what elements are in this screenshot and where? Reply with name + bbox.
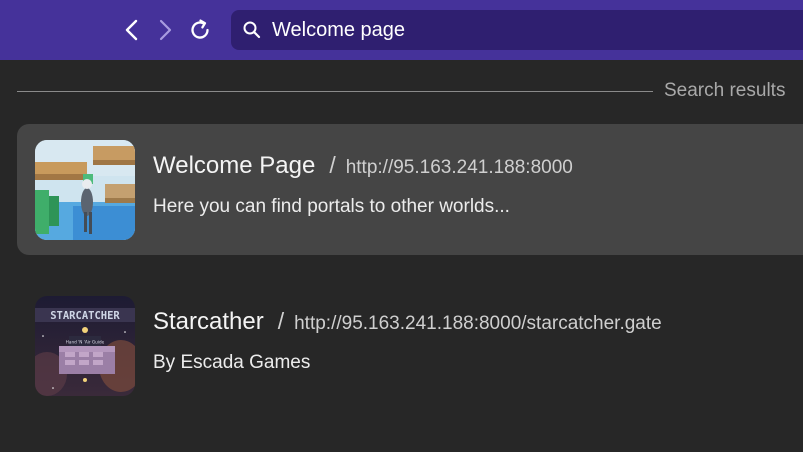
result-description: Here you can find portals to other world…: [153, 196, 510, 217]
title-url-separator: /: [277, 308, 285, 334]
address-bar[interactable]: [231, 10, 803, 50]
chevron-right-icon: [159, 19, 172, 41]
search-input[interactable]: [272, 18, 772, 42]
starcatcher-panel-text: Hand 'N 'Air Guide: [66, 340, 105, 345]
result-title[interactable]: Welcome Page: [153, 152, 315, 180]
result-title-line: Welcome Page / http://95.163.241.188:800…: [153, 152, 573, 180]
starcatcher-thumbnail: STARCATCHER Hand 'N 'Air Guide: [35, 296, 135, 396]
search-icon: [242, 20, 262, 40]
result-title[interactable]: Starcather: [153, 308, 264, 336]
search-result-welcome-page[interactable]: Welcome Page / http://95.163.241.188:800…: [17, 124, 803, 255]
back-button[interactable]: [118, 16, 146, 44]
section-divider: [17, 91, 653, 92]
search-result-starcather[interactable]: STARCATCHER Hand 'N 'Air Guide Starcathe…: [17, 280, 803, 411]
browser-toolbar: [0, 0, 803, 60]
starcatcher-logo-text: STARCATCHER: [50, 310, 120, 322]
result-description: By Escada Games: [153, 352, 311, 373]
result-url[interactable]: http://95.163.241.188:8000/starcatcher.g…: [294, 313, 662, 335]
title-url-separator: /: [329, 152, 336, 178]
reload-button[interactable]: [186, 16, 214, 44]
result-url[interactable]: http://95.163.241.188:8000: [346, 157, 573, 179]
forward-button[interactable]: [151, 16, 179, 44]
reload-icon: [191, 19, 209, 39]
search-results-label: Search results: [664, 80, 786, 101]
welcome-page-thumbnail: [35, 140, 135, 240]
chevron-left-icon: [125, 19, 138, 41]
result-title-line: Starcather / http://95.163.241.188:8000/…: [153, 308, 662, 336]
